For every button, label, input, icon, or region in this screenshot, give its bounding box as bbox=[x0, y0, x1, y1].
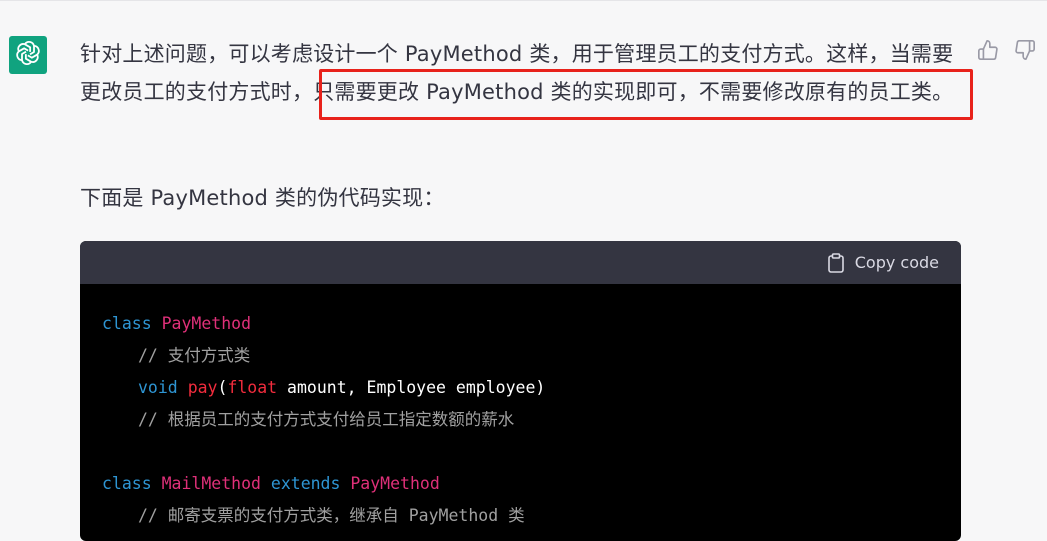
code-content: class PayMethod // 支付方式类 void pay(float am… bbox=[80, 284, 961, 532]
code-line: class MailMethod extends PayMethod bbox=[102, 474, 440, 493]
copy-code-button[interactable]: Copy code bbox=[827, 252, 939, 273]
like-button[interactable] bbox=[976, 40, 1000, 64]
dislike-button[interactable] bbox=[1013, 40, 1037, 64]
message-paragraph: 针对上述问题，可以考虑设计一个 PayMethod 类，用于管理员工的支付方式。… bbox=[80, 42, 954, 104]
thumbs-up-icon bbox=[977, 39, 999, 65]
clipboard-icon bbox=[827, 252, 845, 273]
code-line: void pay(float amount, Employee employee… bbox=[138, 378, 546, 397]
message-paragraph: 下面是 PayMethod 类的伪代码实现： bbox=[80, 186, 445, 210]
code-line: // 根据员工的支付方式支付给员工指定数额的薪水 bbox=[138, 410, 515, 429]
code-block-header: Copy code bbox=[80, 241, 961, 284]
top-divider bbox=[0, 0, 1047, 1]
code-line: // 邮寄支票的支付方式类，继承自 PayMethod 类 bbox=[138, 506, 525, 525]
assistant-avatar bbox=[9, 36, 47, 74]
thumbs-down-icon bbox=[1014, 39, 1036, 65]
chatgpt-logo-icon bbox=[15, 40, 41, 70]
code-block: Copy code class PayMethod // 支付方式类 void pa… bbox=[80, 241, 961, 541]
copy-code-label: Copy code bbox=[854, 253, 939, 272]
code-line: class PayMethod bbox=[102, 314, 252, 333]
code-line: // 支付方式类 bbox=[138, 346, 251, 365]
assistant-message: 针对上述问题，可以考虑设计一个 PayMethod 类，用于管理员工的支付方式。… bbox=[80, 36, 960, 210]
